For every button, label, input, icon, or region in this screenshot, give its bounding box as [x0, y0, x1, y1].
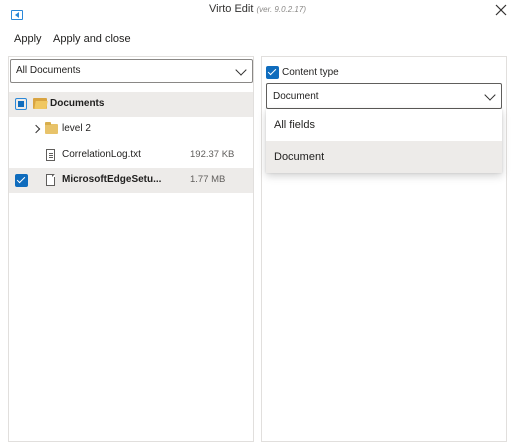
content-type-menu: All fields Document — [266, 109, 502, 173]
chevron-down-icon — [235, 64, 247, 76]
chevron-right-icon[interactable] — [31, 124, 41, 134]
item-checkbox[interactable] — [15, 174, 28, 187]
window-title: Virto Edit (ver. 9.0.2.17) — [0, 3, 515, 15]
content-type-value: Document — [273, 91, 319, 102]
menu-option-all-fields[interactable]: All fields — [266, 109, 502, 141]
library-dropdown-value: All Documents — [16, 65, 81, 76]
apply-and-close-button[interactable]: Apply and close — [53, 33, 131, 45]
close-icon — [495, 4, 507, 16]
folder-icon — [45, 122, 58, 134]
tree-root-documents[interactable]: Documents — [9, 92, 253, 117]
tree-item-label: level 2 — [62, 123, 91, 134]
tree-item-level-2[interactable]: level 2 — [9, 117, 253, 142]
file-size: 1.77 MB — [190, 174, 226, 185]
tree-item-microsoftedgesetup[interactable]: MicrosoftEdgeSetu... 1.77 MB — [9, 168, 253, 193]
content-type-label: Content type — [282, 67, 339, 78]
root-checkbox[interactable] — [15, 98, 27, 110]
tree-item-correlationlog[interactable]: CorrelationLog.txt 192.37 KB — [9, 143, 253, 168]
library-dropdown[interactable]: All Documents — [10, 59, 253, 83]
tree-item-label: CorrelationLog.txt — [62, 149, 141, 160]
content-type-checkbox[interactable] — [266, 66, 279, 79]
content-type-dropdown[interactable]: Document — [266, 83, 502, 109]
menu-option-document[interactable]: Document — [266, 141, 502, 173]
app-name: Virto Edit — [208, 3, 254, 15]
tree-item-label: MicrosoftEdgeSetu... — [62, 174, 162, 185]
chevron-down-icon — [484, 89, 496, 101]
apply-button[interactable]: Apply — [14, 33, 42, 45]
file-icon — [46, 174, 55, 186]
file-size: 192.37 KB — [190, 149, 235, 160]
folder-open-icon — [33, 98, 47, 109]
text-file-icon — [46, 149, 55, 161]
close-button[interactable] — [493, 2, 509, 18]
tree-root-label: Documents — [50, 98, 105, 109]
app-version: (ver. 9.0.2.17) — [256, 5, 306, 14]
